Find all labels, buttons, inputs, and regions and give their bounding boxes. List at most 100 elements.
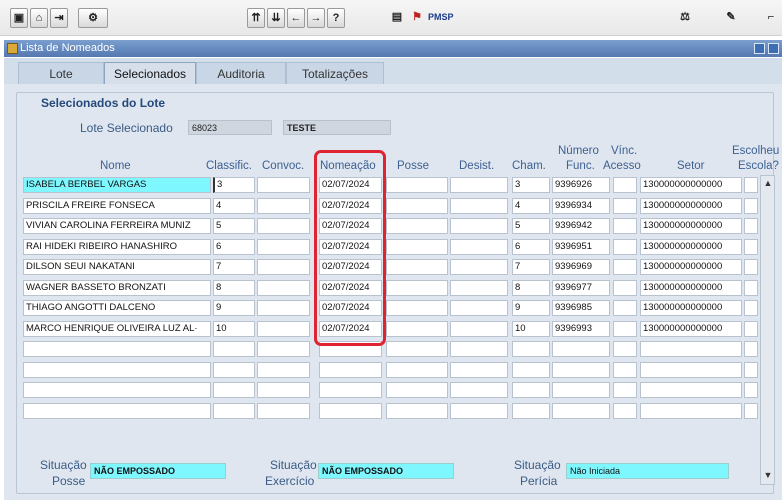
cell-posse[interactable]	[386, 238, 448, 255]
cell-setor[interactable]: 130000000000000	[640, 238, 742, 255]
cell-escolheu[interactable]	[744, 259, 758, 275]
cell-nome[interactable]	[23, 402, 211, 419]
cell-escolheu[interactable]	[744, 382, 758, 398]
cell-convoc[interactable]	[257, 320, 310, 337]
cell-convoc[interactable]	[257, 402, 310, 419]
cell-desist[interactable]	[450, 341, 508, 357]
cell-posse[interactable]	[386, 361, 448, 378]
next-record-icon[interactable]: →	[307, 8, 325, 28]
tab-totalizacoes[interactable]: Totalizações	[286, 62, 384, 84]
cell-desist[interactable]	[450, 197, 508, 214]
cell-escolheu[interactable]	[744, 177, 758, 193]
cell-convoc[interactable]	[257, 361, 310, 378]
cell-posse[interactable]	[386, 197, 448, 214]
cell-convoc[interactable]	[257, 238, 310, 255]
cell-posse[interactable]	[386, 402, 448, 419]
cell-posse[interactable]	[386, 177, 448, 193]
cell-vinc[interactable]	[613, 279, 637, 296]
cell-func[interactable]	[552, 402, 610, 419]
cell-nome[interactable]: MARCO HENRIQUE OLIVEIRA LUZ AL·	[23, 320, 211, 337]
cell-vinc[interactable]	[613, 197, 637, 214]
cell-classific[interactable]: 3	[213, 177, 255, 193]
cell-setor[interactable]: 130000000000000	[640, 300, 742, 316]
cell-setor[interactable]: 130000000000000	[640, 177, 742, 193]
cell-nomeacao[interactable]	[319, 382, 382, 398]
cell-classific[interactable]: 8	[213, 279, 255, 296]
cell-convoc[interactable]	[257, 279, 310, 296]
cell-setor[interactable]	[640, 382, 742, 398]
situacao-posse-field[interactable]: NÃO EMPOSSADO	[90, 463, 226, 479]
cell-escolheu[interactable]	[744, 341, 758, 357]
cell-vinc[interactable]	[613, 341, 637, 357]
tab-selecionados[interactable]: Selecionados	[104, 62, 196, 85]
cell-convoc[interactable]	[257, 259, 310, 275]
cell-cham[interactable]	[512, 361, 550, 378]
cell-vinc[interactable]	[613, 218, 637, 234]
cell-cham[interactable]: 8	[512, 279, 550, 296]
cell-classific[interactable]: 9	[213, 300, 255, 316]
cell-func[interactable]: 9396993	[552, 320, 610, 337]
cell-nome[interactable]: PRISCILA FREIRE FONSECA	[23, 197, 211, 214]
cell-setor[interactable]: 130000000000000	[640, 320, 742, 337]
cell-escolheu[interactable]	[744, 402, 758, 419]
cell-setor[interactable]	[640, 361, 742, 378]
cell-escolheu[interactable]	[744, 238, 758, 255]
cell-nome[interactable]: RAI HIDEKI RIBEIRO HANASHIRO	[23, 238, 211, 255]
cell-posse[interactable]	[386, 320, 448, 337]
cell-posse[interactable]	[386, 341, 448, 357]
cell-setor[interactable]: 130000000000000	[640, 218, 742, 234]
cell-classific[interactable]	[213, 402, 255, 419]
cell-setor[interactable]: 130000000000000	[640, 279, 742, 296]
cell-func[interactable]	[552, 341, 610, 357]
cell-convoc[interactable]	[257, 218, 310, 234]
cell-desist[interactable]	[450, 238, 508, 255]
cell-cham[interactable]: 4	[512, 197, 550, 214]
cell-nome[interactable]: WAGNER BASSETO BRONZATI	[23, 279, 211, 296]
cell-escolheu[interactable]	[744, 279, 758, 296]
cell-desist[interactable]	[450, 402, 508, 419]
situacao-pericia-field[interactable]: Não Iniciada	[566, 463, 729, 479]
cell-classific[interactable]	[213, 382, 255, 398]
cell-classific[interactable]	[213, 361, 255, 378]
cell-desist[interactable]	[450, 218, 508, 234]
cell-nome[interactable]: DILSON SEUI NAKATANI	[23, 259, 211, 275]
cell-vinc[interactable]	[613, 300, 637, 316]
cell-vinc[interactable]	[613, 361, 637, 378]
cell-vinc[interactable]	[613, 382, 637, 398]
cell-classific[interactable]: 7	[213, 259, 255, 275]
hook-icon[interactable]: ⌐	[764, 8, 778, 28]
help-icon[interactable]: ?	[327, 8, 345, 28]
lote-number-field[interactable]: 68023	[188, 120, 272, 135]
grid-scrollbar[interactable]: ▲ ▼	[760, 175, 775, 485]
cell-func[interactable]: 9396942	[552, 218, 610, 234]
cell-classific[interactable]: 5	[213, 218, 255, 234]
cell-cham[interactable]	[512, 382, 550, 398]
cell-nomeacao[interactable]	[319, 402, 382, 419]
cell-convoc[interactable]	[257, 341, 310, 357]
cell-nome[interactable]: ISABELA BERBEL VARGAS	[23, 177, 211, 193]
tab-lote[interactable]: Lote	[18, 62, 104, 84]
scroll-down-icon[interactable]: ▼	[763, 470, 773, 480]
cell-escolheu[interactable]	[744, 218, 758, 234]
cell-desist[interactable]	[450, 259, 508, 275]
previous-record-icon[interactable]: ←	[287, 8, 305, 28]
cell-func[interactable]: 9396969	[552, 259, 610, 275]
cell-vinc[interactable]	[613, 177, 637, 193]
cell-convoc[interactable]	[257, 382, 310, 398]
cell-cham[interactable]	[512, 402, 550, 419]
cell-cham[interactable]: 10	[512, 320, 550, 337]
cell-posse[interactable]	[386, 259, 448, 275]
print-icon[interactable]: ▤	[388, 8, 406, 28]
cell-escolheu[interactable]	[744, 197, 758, 214]
cell-nome[interactable]: VIVIAN CAROLINA FERREIRA MUNIZ	[23, 218, 211, 234]
cell-posse[interactable]	[386, 382, 448, 398]
lote-name-field[interactable]: TESTE	[283, 120, 391, 135]
cell-desist[interactable]	[450, 382, 508, 398]
last-record-icon[interactable]: ⇊	[267, 8, 285, 28]
cell-cham[interactable]: 9	[512, 300, 550, 316]
cell-func[interactable]: 9396985	[552, 300, 610, 316]
cell-func[interactable]: 9396977	[552, 279, 610, 296]
cell-cham[interactable]: 6	[512, 238, 550, 255]
cell-escolheu[interactable]	[744, 320, 758, 337]
cell-vinc[interactable]	[613, 238, 637, 255]
